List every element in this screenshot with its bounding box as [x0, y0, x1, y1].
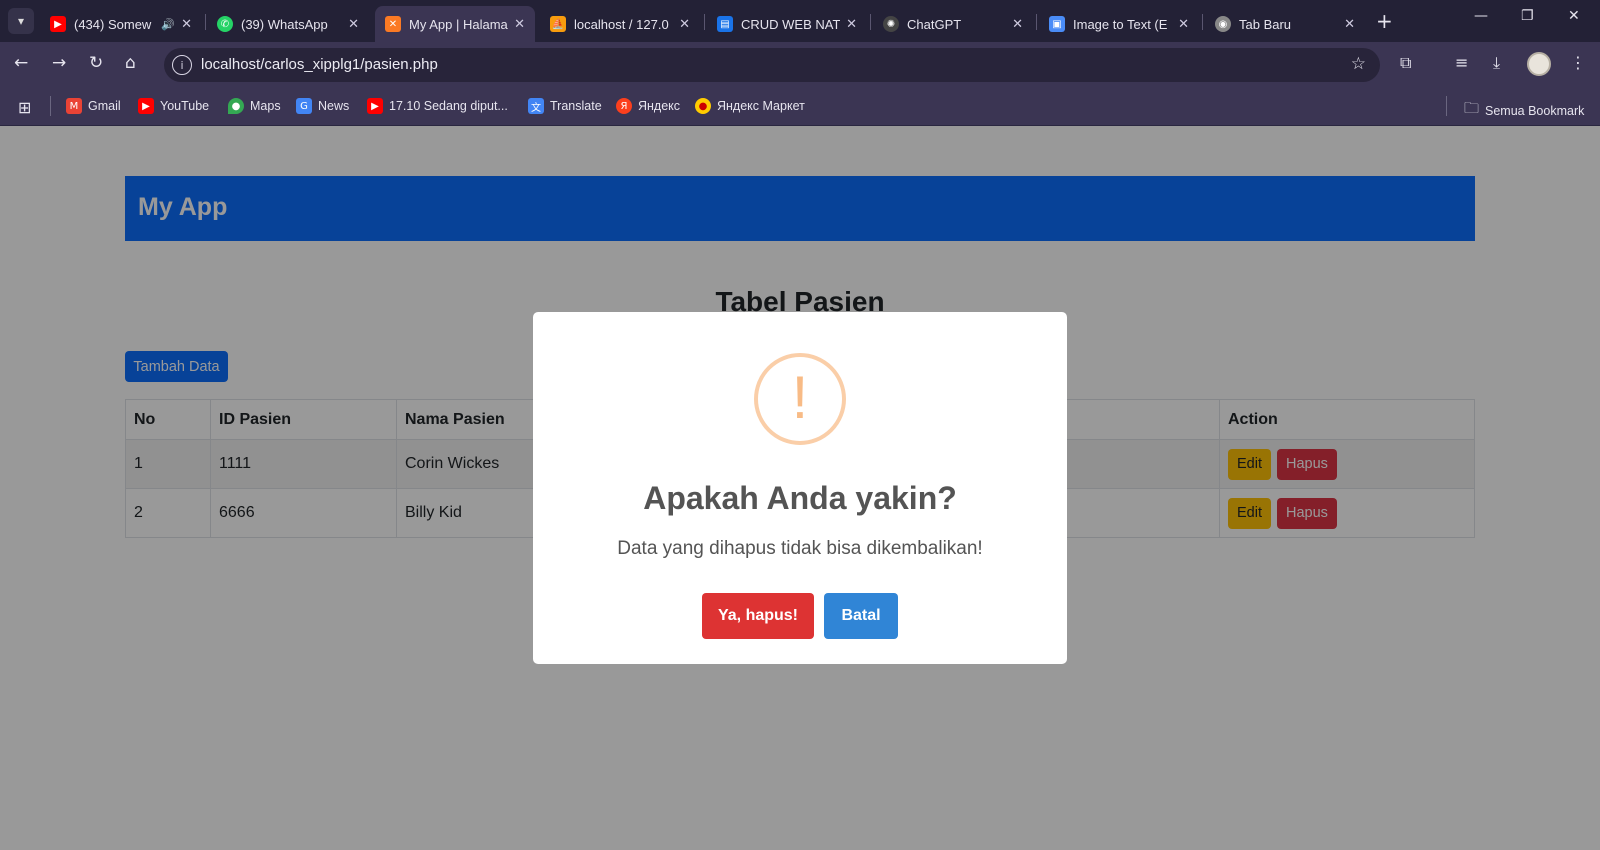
minimize-icon[interactable]: — [1474, 8, 1488, 24]
youtube-icon: ▶ [367, 98, 383, 114]
dialog-actions: Ya, hapus! Batal [533, 593, 1067, 639]
all-bookmarks-folder[interactable]: 🗀 Semua Bookmark [1464, 98, 1584, 123]
warning-icon: ! [754, 353, 846, 445]
tab-my-app[interactable]: ✕ My App | Halama ✕ [375, 6, 535, 42]
whatsapp-icon: ✆ [217, 16, 233, 32]
bookmark-separator [1446, 96, 1447, 116]
url-text[interactable]: localhost/carlos_xipplg1/pasien.php [201, 56, 438, 73]
tab-separator [1202, 14, 1203, 30]
close-window-icon[interactable]: ✕ [1568, 8, 1580, 24]
browser-toolbar: ← → ↻ ⌂ i localhost/carlos_xipplg1/pasie… [0, 42, 1600, 88]
tab-chatgpt[interactable]: ✺ ChatGPT ✕ [873, 6, 1033, 42]
bookmarks-bar: ⊞ M Gmail ▶ YouTube ● Maps G News ▶ 17.1… [0, 88, 1600, 126]
youtube-icon: ▶ [138, 98, 154, 114]
address-bar[interactable]: i localhost/carlos_xipplg1/pasien.php ☆ [164, 48, 1380, 82]
restore-icon[interactable]: ❐ [1521, 8, 1534, 24]
yandex-icon: Я [616, 98, 632, 114]
close-tab-icon[interactable]: ✕ [1178, 17, 1189, 32]
tab-search-menu-icon[interactable]: ▾ [8, 8, 34, 34]
tab-bar: ▾ ▶ (434) Somew 🔊 ✕ ✆ (39) WhatsApp ✕ ✕ … [0, 0, 1600, 42]
menu-kebab-icon[interactable]: ⋮ [1570, 53, 1586, 72]
close-tab-icon[interactable]: ✕ [348, 17, 359, 32]
bookmark-youtube[interactable]: ▶ YouTube [138, 98, 209, 114]
tab-separator [704, 14, 705, 30]
phpmyadmin-icon: ⛵ [550, 16, 566, 32]
youtube-icon: ▶ [50, 16, 66, 32]
tab-youtube[interactable]: ▶ (434) Somew 🔊 ✕ [40, 6, 202, 42]
folder-icon: 🗀 [1464, 99, 1480, 117]
tab-new-tab[interactable]: ◉ Tab Baru ✕ [1205, 6, 1365, 42]
bookmark-star-icon[interactable]: ☆ [1351, 54, 1366, 74]
bookmark-news[interactable]: G News [296, 98, 349, 114]
bookmark-yandex[interactable]: Я Яндекс [616, 98, 680, 114]
news-icon: G [296, 98, 312, 114]
site-info-icon[interactable]: i [172, 55, 192, 75]
close-tab-icon[interactable]: ✕ [514, 17, 525, 32]
back-icon[interactable]: ← [14, 53, 28, 73]
extensions-icon[interactable]: ⧉ [1400, 53, 1411, 73]
bookmark-youtube-video[interactable]: ▶ 17.10 Sedang diput... [367, 98, 508, 114]
media-control-icon[interactable]: ≡ [1455, 53, 1468, 72]
maps-pin-icon: ● [228, 98, 244, 114]
reload-icon[interactable]: ↻ [89, 53, 103, 73]
docs-icon: ▤ [717, 16, 733, 32]
bookmark-yandex-market[interactable]: ● Яндекс Маркет [695, 98, 805, 114]
audio-playing-icon[interactable]: 🔊 [161, 18, 175, 31]
apps-grid-icon[interactable]: ⊞ [18, 98, 31, 117]
close-tab-icon[interactable]: ✕ [181, 17, 192, 32]
yandex-market-icon: ● [695, 98, 711, 114]
new-tab-icon[interactable]: + [1376, 9, 1393, 33]
bookmark-separator [50, 96, 51, 116]
chrome-icon: ◉ [1215, 16, 1231, 32]
tab-separator [870, 14, 871, 30]
dialog-message: Data yang dihapus tidak bisa dikembalika… [617, 538, 983, 559]
dialog-title: Apakah Anda yakin? [643, 480, 957, 516]
home-icon[interactable]: ⌂ [125, 53, 136, 73]
tab-image-to-text[interactable]: ▣ Image to Text (E ✕ [1039, 6, 1199, 42]
chatgpt-icon: ✺ [883, 16, 899, 32]
close-tab-icon[interactable]: ✕ [1012, 17, 1023, 32]
close-tab-icon[interactable]: ✕ [1344, 17, 1355, 32]
gmail-icon: M [66, 98, 82, 114]
tab-separator [1036, 14, 1037, 30]
bookmark-translate[interactable]: 文 Translate [528, 98, 602, 114]
page-icon: ▣ [1049, 16, 1065, 32]
translate-icon: 文 [528, 98, 544, 114]
close-tab-icon[interactable]: ✕ [846, 17, 857, 32]
bookmark-gmail[interactable]: M Gmail [66, 98, 121, 114]
forward-icon[interactable]: → [52, 53, 66, 73]
tab-phpmyadmin[interactable]: ⛵ localhost / 127.0 ✕ [540, 6, 700, 42]
xampp-icon: ✕ [385, 16, 401, 32]
tab-separator [205, 14, 206, 30]
bookmark-maps[interactable]: ● Maps [228, 98, 281, 114]
confirm-delete-button[interactable]: Ya, hapus! [702, 593, 814, 639]
confirm-delete-dialog: ! Apakah Anda yakin? Data yang dihapus t… [533, 312, 1067, 664]
profile-avatar[interactable] [1527, 52, 1551, 76]
cancel-button[interactable]: Batal [824, 593, 898, 639]
tab-whatsapp[interactable]: ✆ (39) WhatsApp ✕ [207, 6, 369, 42]
tab-crud-docs[interactable]: ▤ CRUD WEB NATI ✕ [707, 6, 867, 42]
close-tab-icon[interactable]: ✕ [679, 17, 690, 32]
downloads-icon[interactable]: ⤓ [1493, 53, 1500, 73]
